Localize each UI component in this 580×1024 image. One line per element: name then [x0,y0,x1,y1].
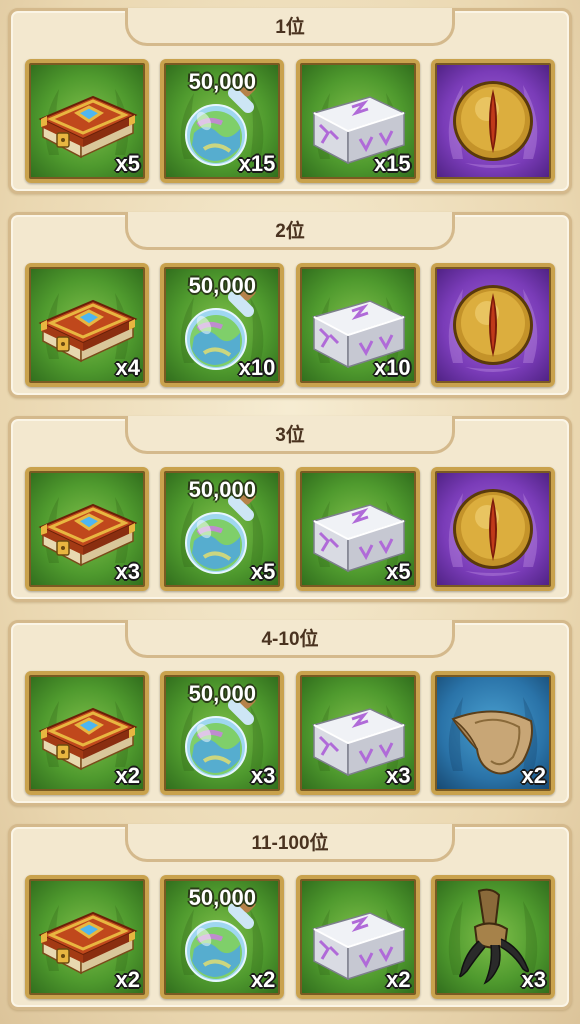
rank-header: 3位 [125,416,455,454]
eye-icon [435,63,551,179]
reward-item-eye[interactable] [430,467,555,591]
eye-icon [435,267,551,383]
reward-item-book[interactable]: x2 [25,875,149,999]
reward-tier-3: 3位 x3 50,000 x5 x5 [8,416,572,602]
reward-item-chest[interactable]: x5 [295,467,420,591]
reward-item-potion[interactable]: 50,000 x3 [160,671,285,795]
rank-header: 2位 [125,212,455,250]
item-quantity: x5 [115,151,140,176]
reward-item-chest[interactable]: x3 [295,671,420,795]
rank-label: 3位 [275,425,305,446]
reward-item-chest[interactable]: x2 [295,875,420,999]
item-amount: 50,000 [188,681,256,706]
eye-icon [435,471,551,587]
item-quantity: x5 [250,559,276,584]
reward-item-chest[interactable]: x15 [295,59,420,183]
reward-item-claw[interactable]: x3 [430,875,555,999]
reward-tier-2: 2位 x4 50,000 x10 x10 [8,212,572,398]
reward-item-book[interactable]: x5 [25,59,149,183]
reward-item-book[interactable]: x2 [25,671,149,795]
reward-tier-5: 11-100位 x2 50,000 x2 x2 x3 [8,824,572,1010]
reward-item-potion[interactable]: 50,000 x2 [160,875,285,999]
item-quantity: x4 [115,355,140,380]
rank-label: 4-10位 [261,629,319,650]
rank-header: 4-10位 [125,620,455,658]
reward-item-eye[interactable] [430,59,555,183]
item-amount: 50,000 [188,69,256,94]
item-amount: 50,000 [188,885,256,910]
reward-tier-1: 1位 x5 50,000 x15 x15 [8,8,572,194]
rank-label: 2位 [275,221,305,242]
item-quantity: x15 [238,151,276,176]
reward-item-potion[interactable]: 50,000 x15 [160,59,285,183]
rank-header: 1位 [125,8,455,46]
item-amount: 50,000 [188,273,256,298]
reward-tier-4: 4-10位 x2 50,000 x3 x3 x2 [8,620,572,806]
rank-header: 11-100位 [125,824,455,862]
reward-item-potion[interactable]: 50,000 x10 [160,263,285,387]
rank-label: 11-100位 [251,833,329,854]
reward-item-hood[interactable]: x2 [430,671,555,795]
item-quantity: x5 [386,559,411,584]
item-quantity: x3 [115,559,140,584]
reward-item-eye[interactable] [430,263,555,387]
reward-item-book[interactable]: x3 [25,467,149,591]
reward-item-potion[interactable]: 50,000 x5 [160,467,285,591]
item-quantity: x3 [386,763,411,788]
rank-label: 1位 [275,17,305,38]
reward-item-book[interactable]: x4 [25,263,149,387]
reward-item-chest[interactable]: x10 [295,263,420,387]
item-quantity: x2 [250,967,276,992]
item-quantity: x2 [386,967,411,992]
item-quantity: x2 [115,967,140,992]
item-amount: 50,000 [188,477,256,502]
item-quantity: x2 [115,763,140,788]
item-quantity: x3 [250,763,276,788]
item-quantity: x2 [521,763,546,788]
item-quantity: x10 [373,355,411,380]
item-quantity: x3 [521,967,546,992]
item-quantity: x15 [373,151,411,176]
item-quantity: x10 [238,355,276,380]
